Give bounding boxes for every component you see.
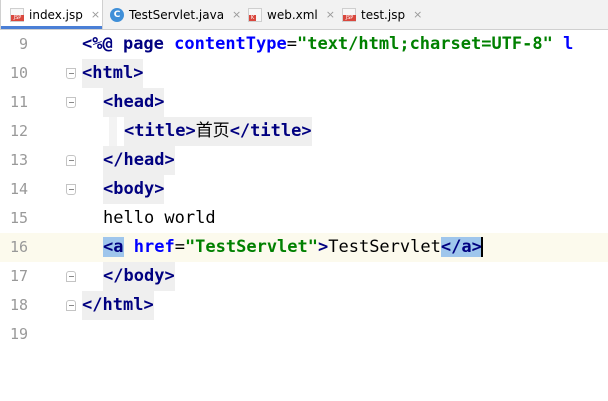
code-line[interactable]: 19 <box>0 320 608 349</box>
close-icon[interactable]: × <box>326 8 335 21</box>
tab-index-jsp[interactable]: JSP index.jsp × <box>0 0 103 29</box>
tab-label: index.jsp <box>29 7 83 22</box>
code-line[interactable]: 9 <%@ page contentType="text/html;charse… <box>0 30 608 59</box>
code-line[interactable]: 14 <body> <box>0 175 608 204</box>
indent-guide <box>109 117 117 146</box>
fold-collapse-icon[interactable] <box>66 97 76 108</box>
close-icon[interactable]: × <box>91 8 100 21</box>
jsp-file-icon: JSP <box>10 7 24 22</box>
text-caret <box>480 237 483 257</box>
line-number: 16 <box>9 238 28 256</box>
close-icon[interactable]: × <box>413 8 422 21</box>
line-number: 14 <box>9 180 28 198</box>
line-number: 18 <box>9 296 28 314</box>
line-number: 12 <box>9 122 28 140</box>
tab-test-jsp[interactable]: JSP test.jsp × <box>336 0 422 29</box>
tab-testservlet-java[interactable]: C TestServlet.java × <box>104 0 241 29</box>
code-text[interactable]: </html> <box>82 291 154 320</box>
code-line[interactable]: 18 </html> <box>0 291 608 320</box>
code-text[interactable]: <body> <box>103 175 165 204</box>
line-number: 15 <box>9 209 28 227</box>
code-line[interactable]: 12 <title>首页</title> <box>0 117 608 146</box>
fold-end-icon[interactable] <box>66 300 76 311</box>
code-text[interactable]: hello world <box>103 204 216 233</box>
code-text[interactable]: <head> <box>103 88 165 117</box>
code-text[interactable]: </head> <box>103 146 175 175</box>
tab-label: test.jsp <box>361 7 406 22</box>
tab-label: TestServlet.java <box>129 7 225 22</box>
code-line-current[interactable]: 16 <a href="TestServlet">TestServlet</a> <box>0 233 608 262</box>
fold-end-icon[interactable] <box>66 271 76 282</box>
line-number: 10 <box>9 64 28 82</box>
line-number: 11 <box>9 93 28 111</box>
code-editor[interactable]: 9 <%@ page contentType="text/html;charse… <box>0 30 608 401</box>
code-line[interactable]: 17 </body> <box>0 262 608 291</box>
code-line[interactable]: 15 hello world <box>0 204 608 233</box>
xml-file-icon: K <box>248 7 262 22</box>
code-text[interactable]: <title>首页</title> <box>124 117 312 146</box>
active-tab-indicator <box>1 26 102 29</box>
code-line[interactable]: 11 <head> <box>0 88 608 117</box>
editor-tab-bar: JSP index.jsp × C TestServlet.java × K w… <box>0 0 608 30</box>
code-text[interactable]: <%@ page contentType="text/html;charset=… <box>82 30 573 59</box>
code-text[interactable]: </body> <box>103 262 175 291</box>
code-line[interactable]: 13 </head> <box>0 146 608 175</box>
tab-label: web.xml <box>267 7 318 22</box>
fold-end-icon[interactable] <box>66 155 76 166</box>
fold-collapse-icon[interactable] <box>66 184 76 195</box>
fold-collapse-icon[interactable] <box>66 68 76 79</box>
line-number: 19 <box>9 325 28 343</box>
line-number: 13 <box>9 151 28 169</box>
code-line[interactable]: 10 <html> <box>0 59 608 88</box>
code-text[interactable]: <html> <box>82 59 144 88</box>
java-class-icon: C <box>110 7 124 22</box>
line-number: 9 <box>18 35 28 53</box>
code-text[interactable]: <a href="TestServlet">TestServlet</a> <box>103 233 483 262</box>
line-number: 17 <box>9 267 28 285</box>
tab-web-xml[interactable]: K web.xml × <box>242 0 335 29</box>
close-icon[interactable]: × <box>232 8 241 21</box>
jsp-file-icon: JSP <box>342 7 356 22</box>
